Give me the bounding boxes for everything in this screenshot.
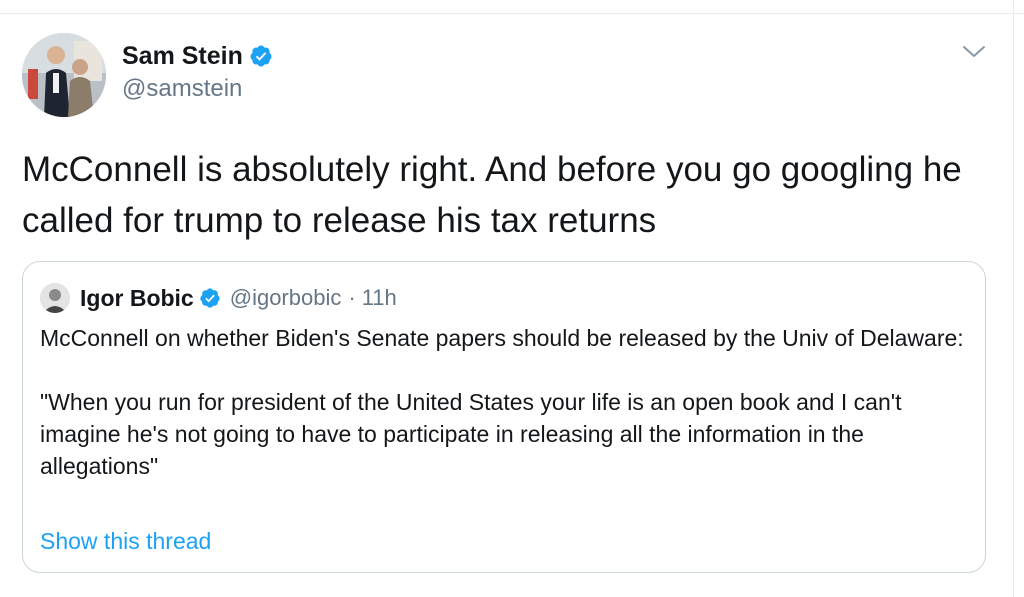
tweet-author[interactable]: Sam Stein @samstein — [122, 41, 273, 101]
quoted-timestamp: 11h — [361, 285, 397, 310]
chevron-down-icon[interactable] — [960, 40, 988, 64]
quoted-avatar — [40, 283, 70, 313]
quoted-author-handle: @igorbobic — [229, 285, 342, 310]
quoted-tweet-header: Igor Bobic @igorbobic · 11h — [40, 282, 397, 314]
separator-dot: · — [348, 285, 356, 310]
verified-badge-icon — [250, 45, 272, 67]
avatar[interactable] — [22, 33, 106, 117]
quoted-author-name: Igor Bobic — [80, 284, 194, 311]
top-divider — [0, 13, 1024, 14]
quoted-paragraph: McConnell on whether Biden's Senate pape… — [40, 325, 964, 351]
quoted-tweet-text: McConnell on whether Biden's Senate pape… — [40, 322, 970, 482]
verified-badge-icon — [200, 288, 220, 308]
show-thread-link[interactable]: Show this thread — [40, 525, 211, 557]
tweet-text: McConnell is absolutely right. And befor… — [22, 150, 962, 240]
author-name[interactable]: Sam Stein — [122, 43, 243, 69]
quoted-tweet-card[interactable]: Igor Bobic @igorbobic · 11h McConnell on… — [22, 261, 986, 573]
author-handle[interactable]: @samstein — [122, 77, 273, 101]
right-divider — [1013, 0, 1014, 597]
quoted-paragraph: "When you run for president of the Unite… — [40, 389, 902, 479]
